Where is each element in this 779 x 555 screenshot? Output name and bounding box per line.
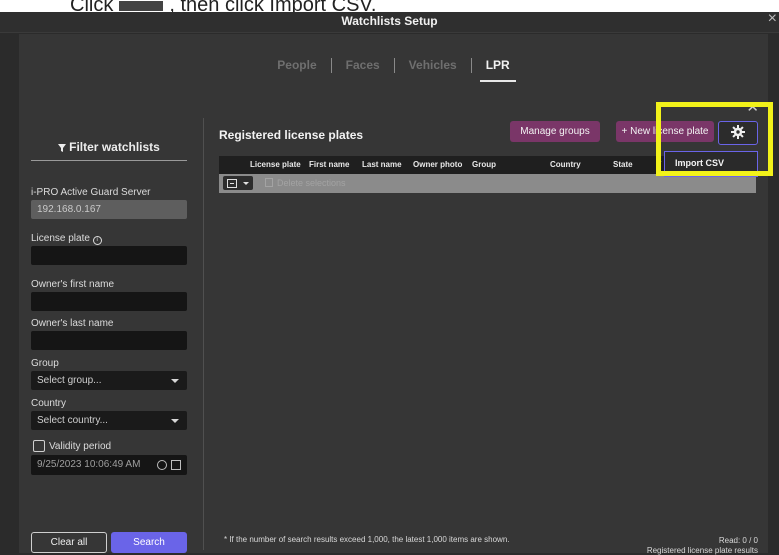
delete-selections-label: Delete selections bbox=[277, 178, 346, 188]
chevron-down-icon bbox=[171, 419, 179, 423]
validity-label: Validity period bbox=[49, 441, 112, 452]
owner-last-name-label: Owner's last name bbox=[31, 318, 114, 329]
column-country[interactable]: Country bbox=[550, 160, 581, 169]
tab-people[interactable]: People bbox=[263, 56, 330, 74]
country-label: Country bbox=[31, 398, 67, 409]
select-checkbox-icon bbox=[227, 179, 237, 188]
clock-icon[interactable] bbox=[157, 460, 167, 470]
page-title: Registered license plates bbox=[219, 128, 364, 142]
column-first-name[interactable]: First name bbox=[309, 160, 349, 169]
group-label: Group bbox=[31, 358, 59, 369]
delete-selections-button: Delete selections bbox=[265, 178, 346, 188]
calendar-icon[interactable] bbox=[171, 460, 181, 470]
filter-icon bbox=[58, 144, 67, 152]
column-last-name[interactable]: Last name bbox=[362, 160, 402, 169]
window-title: Watchlists Setup bbox=[341, 14, 438, 28]
owner-first-name-input[interactable] bbox=[31, 292, 187, 311]
owner-last-name-input[interactable] bbox=[31, 331, 187, 350]
column-state[interactable]: State bbox=[613, 160, 633, 169]
country-select-value: Select country... bbox=[37, 415, 108, 426]
owner-first-name-label: Owner's first name bbox=[31, 279, 115, 290]
clear-all-button[interactable]: Clear all bbox=[31, 532, 107, 553]
filter-title-label: Filter watchlists bbox=[69, 140, 160, 154]
read-count: Read: 0 / 0 bbox=[718, 536, 758, 545]
sidebar-divider bbox=[203, 118, 204, 550]
info-icon: i bbox=[92, 236, 102, 245]
column-owner-photo[interactable]: Owner photo bbox=[413, 160, 462, 169]
select-all-dropdown[interactable] bbox=[223, 176, 253, 190]
group-select-value: Select group... bbox=[37, 375, 102, 386]
license-plate-label-text: License plate bbox=[31, 233, 90, 244]
chevron-down-icon bbox=[243, 182, 249, 185]
highlight-box bbox=[656, 102, 773, 176]
tab-vehicles[interactable]: Vehicles bbox=[395, 56, 471, 74]
filter-title: Filter watchlists bbox=[31, 140, 187, 154]
tab-faces[interactable]: Faces bbox=[332, 56, 394, 74]
watchlists-window: Watchlists Setup × People Faces Vehicles LP… bbox=[0, 12, 779, 555]
trash-icon bbox=[265, 178, 273, 187]
chevron-down-icon bbox=[171, 379, 179, 383]
filter-title-divider bbox=[31, 160, 187, 161]
manage-groups-button[interactable]: Manage groups bbox=[510, 121, 600, 142]
validity-date-input[interactable]: 9/25/2023 10:06:49 AM bbox=[31, 455, 187, 475]
results-caption: Registered license plate results bbox=[646, 546, 758, 555]
filter-sidebar: Filter watchlists i-PRO Active Guard Ser… bbox=[19, 118, 203, 553]
window-close-button[interactable]: × bbox=[768, 12, 777, 28]
validity-checkbox[interactable] bbox=[33, 440, 45, 452]
tab-lpr[interactable]: LPR bbox=[472, 56, 524, 82]
results-limit-note: * If the number of search results exceed… bbox=[224, 535, 510, 544]
country-select[interactable]: Select country... bbox=[31, 411, 187, 430]
instruction-icon-placeholder bbox=[119, 0, 164, 11]
group-select[interactable]: Select group... bbox=[31, 371, 187, 390]
column-license-plate[interactable]: License plate bbox=[250, 160, 301, 169]
title-bar: Watchlists Setup × bbox=[0, 12, 779, 33]
tab-bar: People Faces Vehicles LPR bbox=[19, 56, 768, 82]
validity-date-value: 9/25/2023 10:06:49 AM bbox=[37, 459, 141, 470]
server-field: 192.168.0.167 bbox=[31, 200, 187, 219]
server-label: i-PRO Active Guard Server bbox=[31, 187, 151, 198]
license-plate-input[interactable] bbox=[31, 246, 187, 265]
search-button[interactable]: Search bbox=[111, 532, 187, 553]
column-group[interactable]: Group bbox=[472, 160, 496, 169]
license-plate-label: License plate i bbox=[31, 233, 102, 245]
